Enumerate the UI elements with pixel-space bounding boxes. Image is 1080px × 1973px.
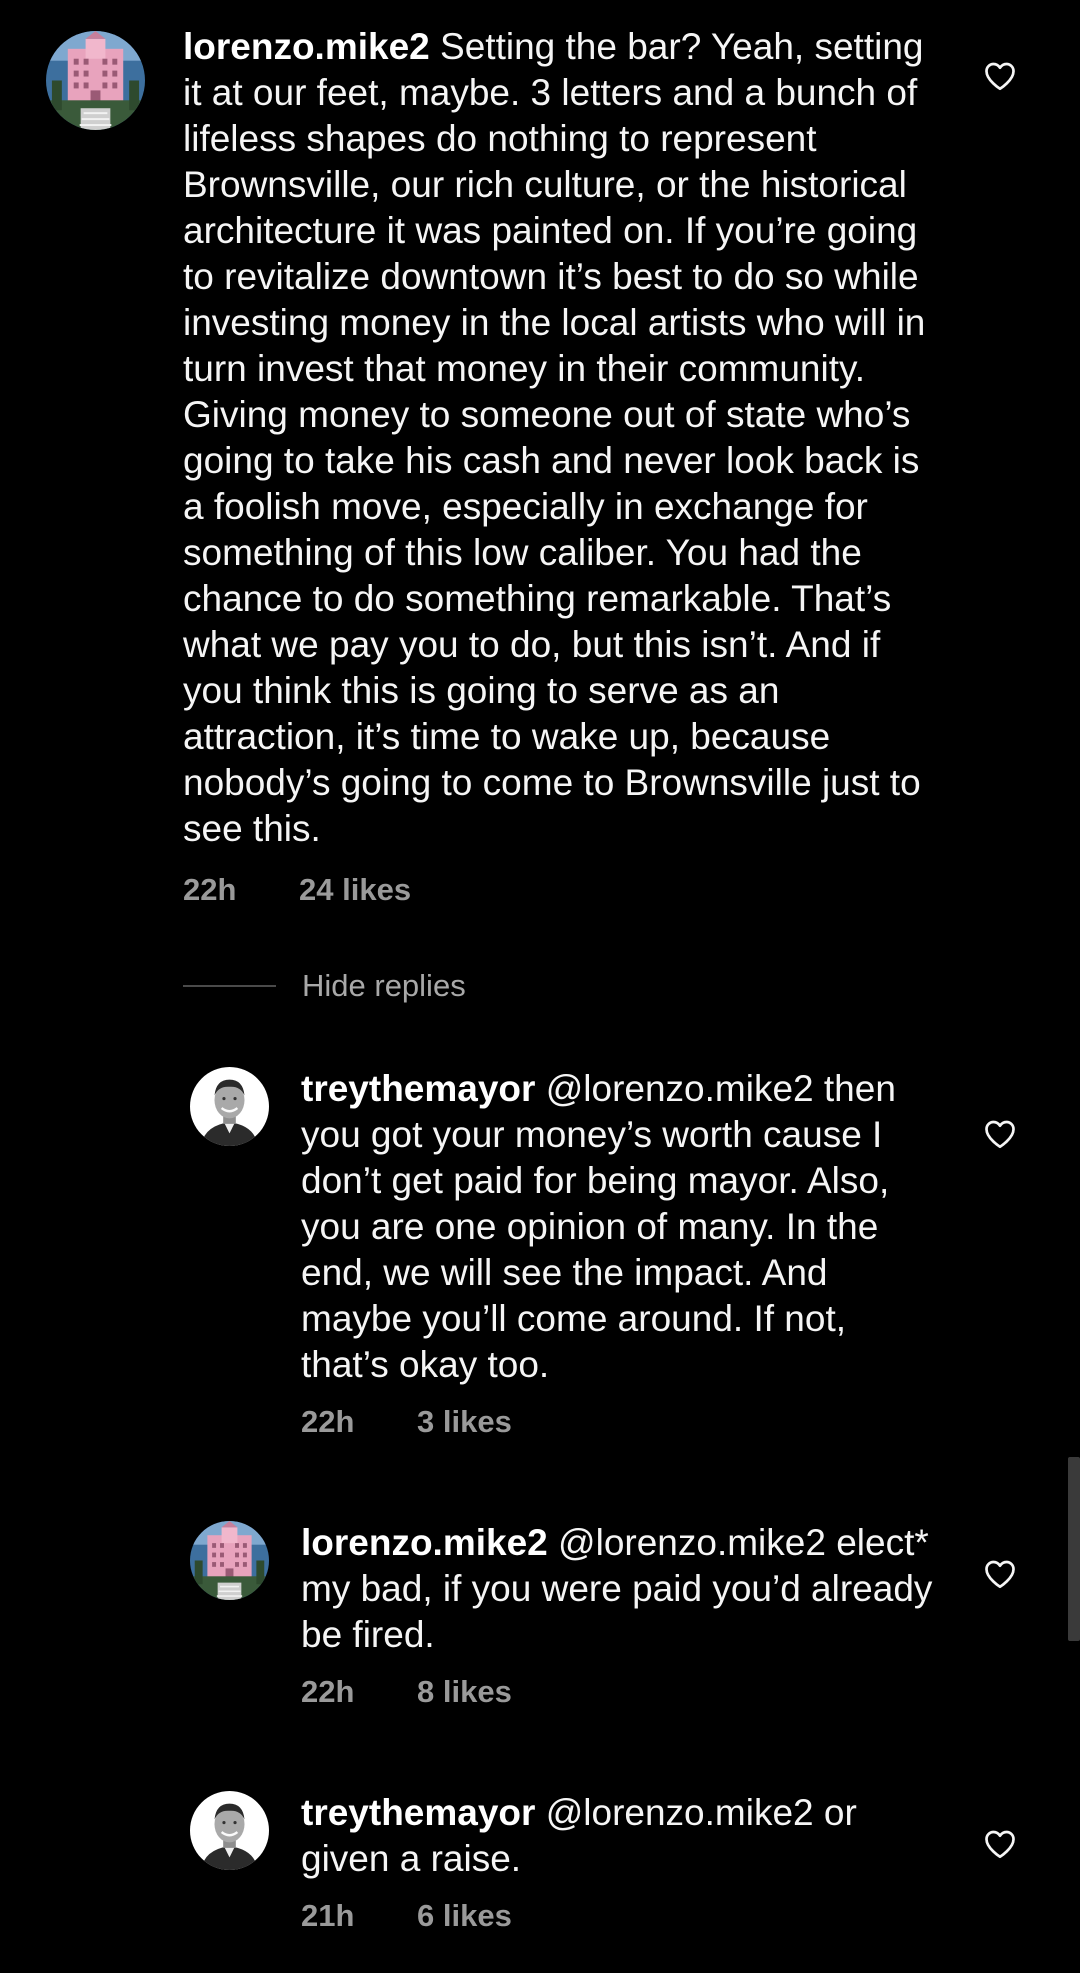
hide-replies-label: Hide replies [302, 968, 466, 1003]
reply-time: 21h [301, 1898, 355, 1933]
reply-meta: 22h 8 likes [301, 1674, 512, 1710]
reply-likes[interactable]: 3 likes [417, 1404, 512, 1440]
reply-time: 22h [301, 1404, 355, 1439]
reply-likes[interactable]: 6 likes [417, 1898, 512, 1934]
reply-username[interactable]: lorenzo.mike2 [301, 1522, 548, 1563]
pink-building-avatar[interactable] [46, 31, 145, 130]
reply-meta: 22h 3 likes [301, 1404, 512, 1440]
reply-text: lorenzo.mike2 @lorenzo.mike2 elect* my b… [301, 1520, 941, 1658]
reply-body: @lorenzo.mike2 then you got your money’s… [301, 1068, 896, 1385]
reply-time: 22h [301, 1674, 355, 1709]
comment-text: lorenzo.mike2 Setting the bar? Yeah, set… [183, 24, 943, 852]
reply-text: treythemayor @lorenzo.mike2 or given a r… [301, 1790, 941, 1882]
reply: lorenzo.mike2 @lorenzo.mike2 elect* my b… [0, 1514, 1080, 1744]
reply-username[interactable]: treythemayor [301, 1792, 535, 1833]
reply-username[interactable]: treythemayor [301, 1068, 535, 1109]
heart-outline-icon[interactable] [982, 58, 1018, 94]
reply-text: treythemayor @lorenzo.mike2 then you got… [301, 1066, 941, 1388]
heart-outline-icon[interactable] [982, 1556, 1018, 1592]
divider-line [183, 985, 276, 987]
comment-meta: 22h 24 likes [183, 872, 411, 908]
comment-body: Setting the bar? Yeah, setting it at our… [183, 26, 926, 849]
heart-outline-icon[interactable] [982, 1826, 1018, 1862]
hide-replies-button[interactable]: Hide replies [183, 960, 466, 1012]
reply-meta: 21h 6 likes [301, 1898, 512, 1934]
comment-likes[interactable]: 24 likes [299, 872, 411, 908]
scrollbar[interactable] [1068, 1457, 1080, 1641]
reply-likes[interactable]: 8 likes [417, 1674, 512, 1710]
comment: lorenzo.mike2 Setting the bar? Yeah, set… [0, 0, 1080, 920]
pink-building-avatar[interactable] [190, 1521, 269, 1600]
comment-time: 22h [183, 872, 237, 907]
heart-outline-icon[interactable] [982, 1116, 1018, 1152]
comment-username[interactable]: lorenzo.mike2 [183, 26, 430, 67]
man-portrait-avatar[interactable] [190, 1067, 269, 1146]
reply: treythemayor @lorenzo.mike2 or given a r… [0, 1784, 1080, 1973]
reply: treythemayor @lorenzo.mike2 then you got… [0, 1060, 1080, 1460]
man-portrait-avatar[interactable] [190, 1791, 269, 1870]
